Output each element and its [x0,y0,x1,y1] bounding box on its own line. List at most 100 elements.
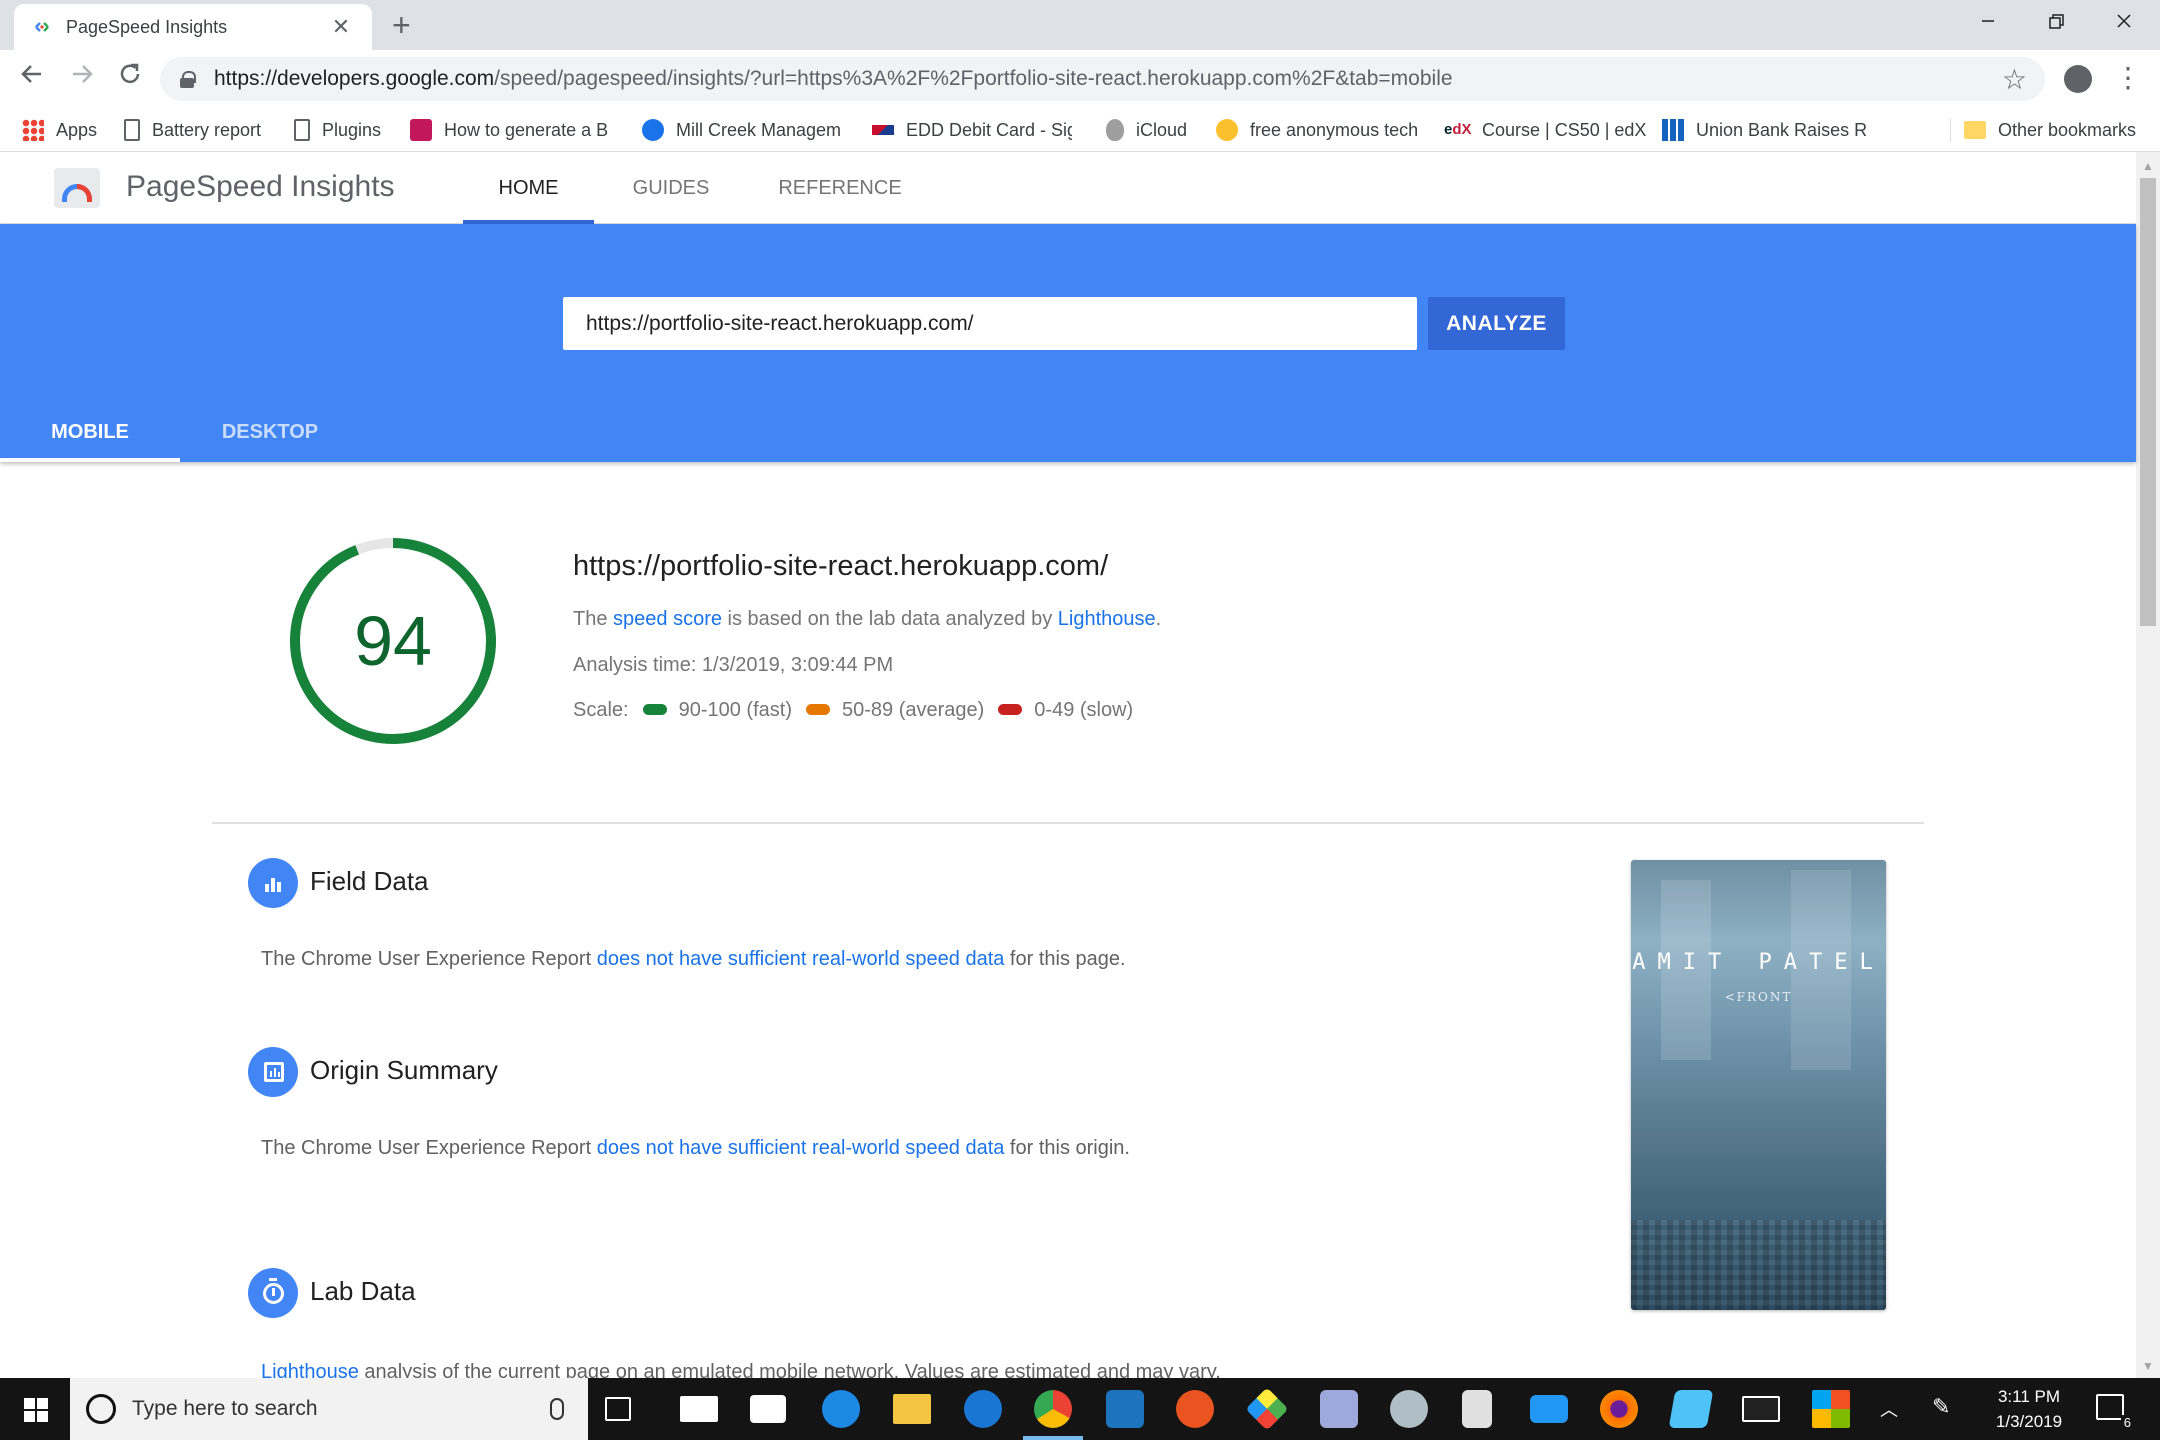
field-data-bar-chart-icon [248,858,298,908]
origin-summary-title: Origin Summary [310,1055,498,1085]
origin-summary-icon [248,1047,298,1097]
speed-score-link[interactable]: speed score [613,608,722,630]
bookmark-star-icon[interactable]: ☆ [2002,63,2027,96]
start-button[interactable] [0,1378,70,1440]
field-data-link[interactable]: does not have sufficient real-world spee… [597,948,1005,970]
vscode-icon[interactable] [1106,1390,1144,1428]
chrome-menu-button[interactable]: ⋮ [2108,58,2148,98]
lab-data-text: Lighthouse analysis of the current page … [261,1360,1221,1378]
new-tab-button[interactable]: + [392,6,411,44]
site-icon [1662,119,1684,141]
dev-tool-icon[interactable] [1245,1387,1289,1431]
origin-summary-link[interactable]: does not have sufficient real-world spee… [597,1137,1005,1159]
bookmark-edd-debit[interactable]: EDD Debit Card - Sig [872,108,1072,152]
action-center-icon[interactable]: 6 [2096,1394,2134,1430]
calculator-icon[interactable] [1462,1390,1492,1428]
chrome-icon[interactable] [1023,1390,1083,1440]
clock-time: 3:11 PM [1997,1387,2061,1406]
bookmark-battery-report[interactable]: Battery report [124,108,261,152]
analyze-button[interactable]: ANALYZE [1428,297,1565,350]
bookmark-apps[interactable]: Apps [22,108,97,152]
score-value: 94 [354,602,432,680]
task-view-icon[interactable] [605,1397,631,1421]
notes-app-icon[interactable] [1668,1390,1714,1428]
back-button[interactable] [12,58,52,98]
scroll-up-icon[interactable]: ▲ [2136,156,2160,176]
thumbnail-subtitle: <FRONT [1724,990,1793,1004]
scroll-down-icon[interactable]: ▼ [2136,1356,2160,1376]
analysis-time: Analysis time: 1/3/2019, 3:09:44 PM [573,654,894,676]
profile-button[interactable] [2058,58,2098,98]
taskbar-search[interactable]: Type here to search [70,1378,588,1440]
microphone-icon[interactable] [550,1398,564,1420]
bookmark-icloud[interactable]: iCloud [1106,108,1187,152]
file-explorer-icon[interactable] [893,1394,931,1424]
close-icon [2117,14,2131,28]
edge-browser-icon[interactable] [964,1390,1002,1428]
url-entry-hero: ANALYZE MOBILE DESKTOP [0,224,2136,462]
pagespeed-logo-icon[interactable] [54,168,100,208]
bookmark-plugins[interactable]: Plugins [294,108,381,152]
tab-mobile[interactable]: MOBILE [0,402,180,462]
bookmark-mill-creek[interactable]: Mill Creek Managem [642,108,846,152]
reload-button[interactable] [110,58,150,98]
origin-summary-text: The Chrome User Experience Report does n… [261,1137,1130,1159]
taskbar-clock[interactable]: 3:11 PM 1/3/2019 [1964,1384,2094,1434]
terminal-icon[interactable] [1742,1396,1780,1422]
address-url: https://developers.google.com/speed/page… [214,67,1453,90]
address-bar[interactable]: https://developers.google.com/speed/page… [160,57,2045,101]
score-scale: Scale: 90-100 (fast) 50-89 (average) 0-49 (… [573,699,1134,721]
store-icon[interactable] [1812,1390,1850,1428]
mail-icon[interactable] [680,1396,718,1422]
page-icon [294,119,310,141]
url-input[interactable] [563,297,1417,350]
lighthouse-link[interactable]: Lighthouse [1058,608,1156,630]
back-arrow-icon [21,65,41,83]
close-window-button[interactable] [2094,4,2154,44]
bookmark-free-anonymous[interactable]: free anonymous tech [1216,108,1420,152]
tab-strip: PageSpeed Insights ✕ + [0,0,2160,50]
fast-indicator-icon [642,704,667,716]
apple-icon [1106,119,1124,141]
firefox-icon[interactable] [1600,1390,1638,1428]
camera-icon[interactable] [750,1395,786,1423]
ubuntu-icon[interactable] [1176,1390,1214,1428]
site-icon [642,119,664,141]
bookmarks-bar: Apps Battery report Plugins How to gener… [0,108,2160,152]
outlook-icon[interactable] [1530,1395,1568,1423]
restore-button[interactable] [2026,4,2086,44]
forward-arrow-icon [73,65,93,83]
cortana-icon [86,1394,116,1424]
field-data-text: The Chrome User Experience Report does n… [261,948,1126,970]
tab-home[interactable]: HOME [463,152,594,224]
bookmark-other[interactable]: Other bookmarks [1964,108,2136,152]
psi-header: PageSpeed Insights HOME GUIDES REFERENCE [0,152,2136,224]
lock-icon [180,71,196,88]
scrollbar-thumb[interactable] [2140,178,2156,626]
minimize-button[interactable] [1958,4,2018,44]
game-app-icon[interactable] [1320,1390,1358,1428]
paint-icon[interactable] [1390,1390,1428,1428]
tab-close-icon[interactable]: ✕ [328,14,354,40]
brand-title[interactable]: PageSpeed Insights [126,170,395,204]
lab-lighthouse-link[interactable]: Lighthouse [261,1361,359,1378]
tab-desktop[interactable]: DESKTOP [196,402,344,462]
forward-button[interactable] [62,58,102,98]
tab-guides[interactable]: GUIDES [612,152,730,224]
restore-icon [2049,14,2064,29]
thumbnail-name: AMIT PATEL [1632,950,1885,975]
weather-app-icon[interactable] [822,1390,860,1428]
page-scrollbar[interactable]: ▲ ▼ [2136,152,2160,1378]
folder-icon [1964,121,1986,139]
tab-reference[interactable]: REFERENCE [762,152,918,224]
notification-count: 6 [2120,1415,2134,1430]
show-hidden-icons-icon[interactable]: ︿ [1880,1396,1898,1422]
bookmark-how-to-generate[interactable]: How to generate a B [410,108,614,152]
pen-workspace-icon[interactable]: ✎ [1932,1394,1950,1420]
site-icon [410,119,432,141]
bookmark-cs50-edx[interactable]: edX Course | CS50 | edX [1444,108,1646,152]
browser-tab[interactable]: PageSpeed Insights ✕ [14,4,372,50]
page-screenshot-thumbnail: AMIT PATEL <FRONT [1631,860,1886,1310]
bookmark-union-bank[interactable]: Union Bank Raises Ra [1662,108,1866,152]
taskbar-search-placeholder: Type here to search [132,1397,318,1420]
